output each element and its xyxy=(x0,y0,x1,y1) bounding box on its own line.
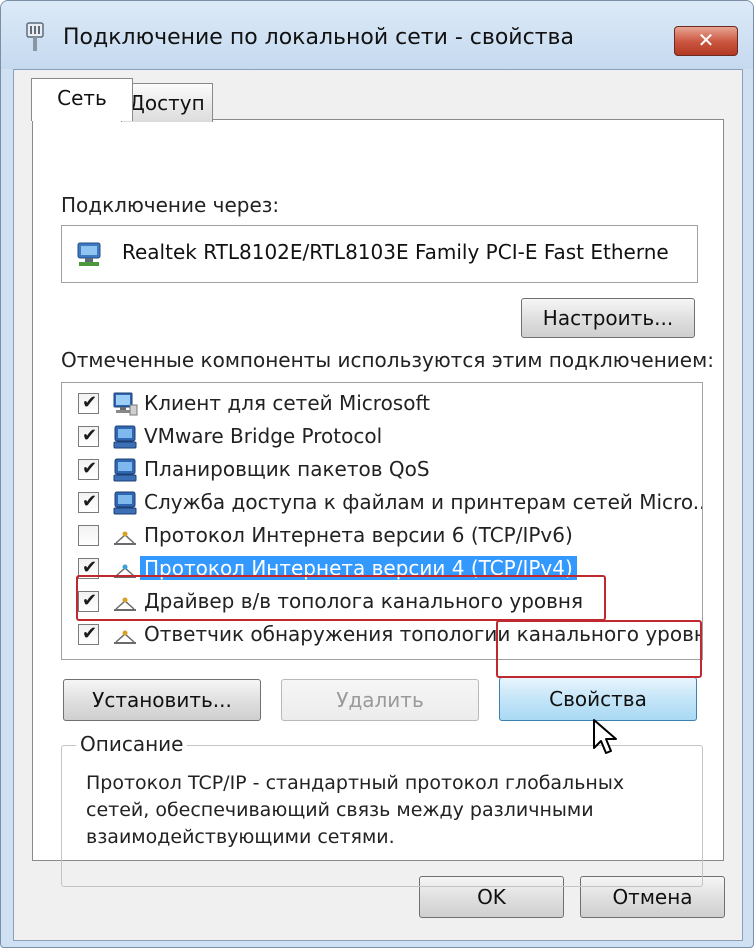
list-item[interactable]: ✔ Планировщик пакетов QoS xyxy=(62,454,702,487)
tab-sharing[interactable]: Доступ xyxy=(121,83,213,122)
list-item-label: Протокол Интернета версии 6 (TCP/IPv6) xyxy=(144,523,573,547)
protocol-icon xyxy=(114,630,136,644)
checkbox[interactable] xyxy=(78,525,99,546)
remove-button[interactable]: Удалить xyxy=(281,679,479,721)
properties-button[interactable]: Свойства xyxy=(499,677,697,721)
configure-button[interactable]: Настроить... xyxy=(521,298,695,338)
tab-network[interactable]: Сеть xyxy=(31,78,133,121)
checkmark-icon: ✔ xyxy=(82,623,98,644)
checkmark-icon: ✔ xyxy=(82,392,98,413)
description-title: Описание xyxy=(76,732,188,756)
list-item-label: VMware Bridge Protocol xyxy=(144,424,383,448)
network-client-icon xyxy=(113,392,138,416)
highlight-frame-properties xyxy=(496,620,702,678)
highlight-frame-ipv4 xyxy=(76,575,606,621)
checkbox[interactable]: ✔ xyxy=(78,623,99,645)
list-item[interactable]: ✔ VMware Bridge Protocol xyxy=(62,421,702,454)
network-connection-icon xyxy=(26,22,44,51)
list-item[interactable]: Протокол Интернета версии 6 (TCP/IPv6) xyxy=(62,520,702,553)
components-label: Отмеченные компоненты используются этим … xyxy=(61,348,714,372)
network-service-icon xyxy=(113,425,137,449)
network-service-icon xyxy=(113,491,137,515)
title-bar[interactable]: Подключение по локальной сети - свойства… xyxy=(1,1,753,69)
list-item-label: Клиент для сетей Microsoft xyxy=(144,391,430,415)
window-title: Подключение по локальной сети - свойства xyxy=(63,25,574,50)
protocol-icon xyxy=(114,531,136,545)
checkbox[interactable]: ✔ xyxy=(78,491,99,513)
checkbox[interactable]: ✔ xyxy=(78,458,99,480)
close-button[interactable]: ✕ xyxy=(674,26,738,56)
checkbox[interactable]: ✔ xyxy=(78,425,99,447)
checkbox[interactable]: ✔ xyxy=(78,392,99,414)
checkmark-icon: ✔ xyxy=(82,425,98,446)
close-icon: ✕ xyxy=(697,28,715,52)
description-text: Протокол TCP/IP - стандартный протокол г… xyxy=(86,772,625,848)
connect-using-label: Подключение через: xyxy=(61,193,280,217)
list-item[interactable]: ✔ Служба доступа к файлам и принтерам се… xyxy=(62,487,702,520)
mouse-pointer-icon xyxy=(593,719,617,754)
list-item-label: Планировщик пакетов QoS xyxy=(144,457,430,481)
checkmark-icon: ✔ xyxy=(82,458,98,479)
list-item[interactable]: ✔ Клиент для сетей Microsoft xyxy=(62,388,702,421)
install-button[interactable]: Установить... xyxy=(63,679,261,721)
network-service-icon xyxy=(113,458,137,482)
description-group: Описание Протокол TCP/IP - стандартный п… xyxy=(61,732,703,887)
adapter-field: Realtek RTL8102E/RTL8103E Family PCI-E F… xyxy=(61,225,698,283)
adapter-name: Realtek RTL8102E/RTL8103E Family PCI-E F… xyxy=(122,240,669,264)
network-adapter-icon xyxy=(77,242,101,266)
list-item-label: Служба доступа к файлам и принтерам сете… xyxy=(144,490,703,514)
dialog-body: Сеть Доступ Подключение через: Realtek R… xyxy=(13,69,743,941)
properties-window: Подключение по локальной сети - свойства… xyxy=(0,0,754,948)
checkmark-icon: ✔ xyxy=(82,491,98,512)
